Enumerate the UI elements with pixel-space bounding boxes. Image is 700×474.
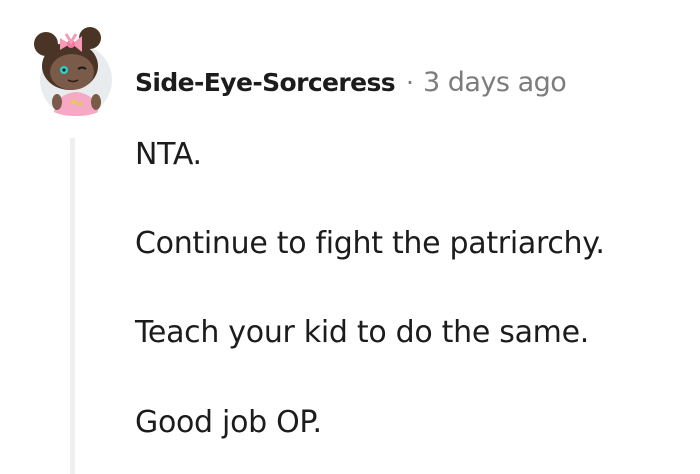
comment-paragraph: Good job OP. — [135, 405, 322, 440]
comment-header: Side-Eye-Sorceress · 3 days ago — [135, 60, 567, 104]
snoo-avatar-icon — [34, 27, 112, 116]
thread-collapse-line[interactable] — [70, 138, 75, 474]
comment: Side-Eye-Sorceress · 3 days ago NTA. Con… — [0, 0, 700, 474]
comment-paragraph: Teach your kid to do the same. — [135, 315, 589, 350]
comment-paragraph: NTA. — [135, 137, 202, 172]
comment-timestamp[interactable]: 3 days ago — [423, 67, 567, 98]
comment-paragraph: Continue to fight the patriarchy. — [135, 226, 605, 261]
user-avatar[interactable] — [30, 24, 116, 116]
author-username[interactable]: Side-Eye-Sorceress — [135, 68, 396, 97]
meta-separator: · — [406, 67, 414, 97]
